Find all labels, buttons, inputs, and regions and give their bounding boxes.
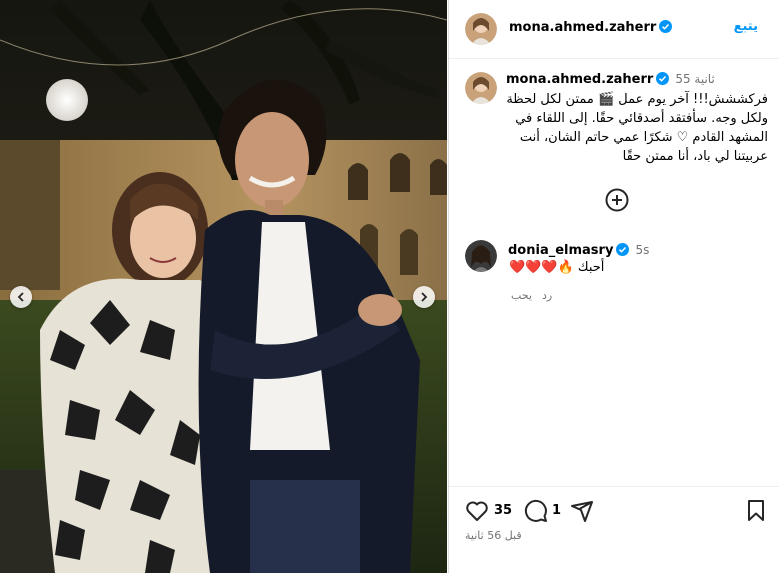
post-side-panel: mona.ahmed.zaherr يتبع mona.ahmed.zaherr… [448,0,779,573]
author-username[interactable]: mona.ahmed.zaherr [509,20,673,35]
load-more-comments-icon[interactable] [605,188,629,212]
verified-badge-icon [616,243,630,256]
comment-text: أحبك 🔥❤️❤️❤️ [509,260,605,275]
comment-time: 5s [635,243,650,257]
comment-reply-button[interactable]: رد [542,289,552,302]
author-avatar[interactable] [465,13,497,45]
commenter-avatar[interactable] [465,240,497,272]
avatar-image [465,13,497,45]
author-username-text[interactable]: mona.ahmed.zaherr [509,20,656,35]
comment-author-line: donia_elmasry 5s [508,243,649,258]
likes-count[interactable]: 35 [494,503,512,518]
share-send-icon[interactable] [570,499,594,523]
post-photo [0,0,447,573]
post-caption: فركششش!!! آخر يوم عمل 🎬 ممتن لكل لحظة ول… [493,90,768,166]
like-heart-icon[interactable] [465,499,489,523]
comment-author-username[interactable]: donia_elmasry [508,243,613,258]
post-header: mona.ahmed.zaherr يتبع [449,0,779,59]
post-photo-image [0,0,447,573]
caption-line: عربيتنا لي باد، أنا ممتن حقًا [622,149,768,164]
comment-bubble-icon[interactable] [524,499,548,523]
caption-line: ولكل وجه. سأفتقد أصدقائي حقًا. إلى اللقا… [515,111,768,126]
avatar-image [465,240,497,272]
verified-badge-icon [659,20,673,33]
verified-badge-icon [656,72,670,85]
chevron-left-icon [17,292,24,302]
comment-like-button[interactable]: يحب [511,289,532,302]
comments-count[interactable]: 1 [552,503,561,518]
posted-time: قبل 56 ثانية [465,529,522,542]
caption-time: 55 ثانية [675,72,715,86]
caption-author-username[interactable]: mona.ahmed.zaherr [506,72,653,87]
chevron-right-icon [421,292,428,302]
save-bookmark-icon[interactable] [744,499,768,523]
follow-button[interactable]: يتبع [734,19,758,34]
caption-line: المشهد القادم ♡ شكرًا عمي حاتم الشان، أن… [519,130,768,145]
caption-line: فركششش!!! آخر يوم عمل 🎬 ممتن لكل لحظة [506,92,768,107]
caption-author-line: mona.ahmed.zaherr 55 ثانية [506,72,715,87]
carousel-next-button[interactable] [413,286,435,308]
carousel-prev-button[interactable] [10,286,32,308]
